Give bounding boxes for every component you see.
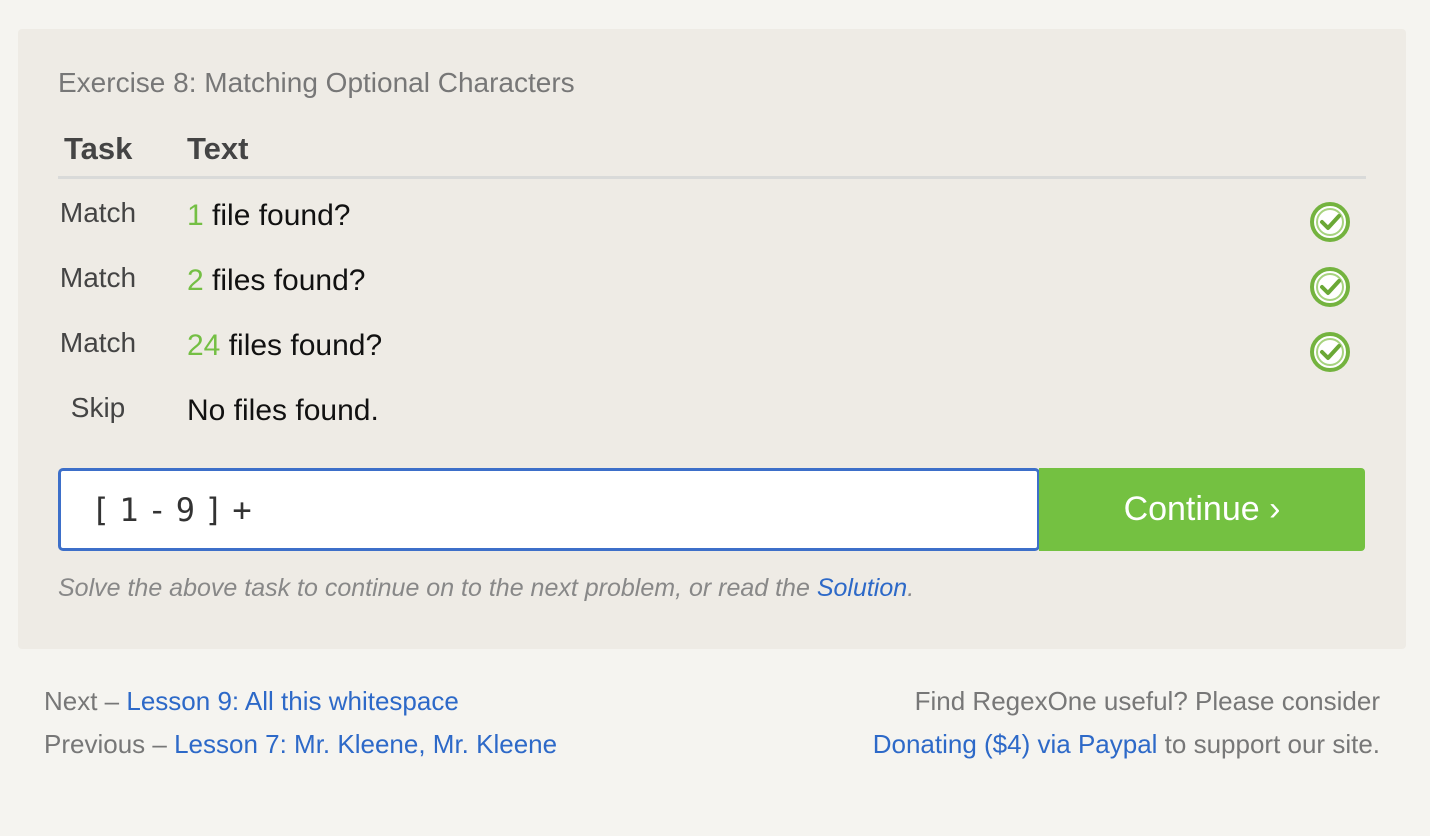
previous-lesson-line: Previous – Lesson 7: Mr. Kleene, Mr. Kle… bbox=[44, 723, 557, 766]
next-prefix: Next – bbox=[44, 686, 127, 716]
task-column-header: Task bbox=[64, 131, 133, 166]
task-label: Match bbox=[59, 197, 137, 228]
task-text-rest: No files found. bbox=[187, 394, 379, 427]
task-text-rest: files found? bbox=[203, 264, 366, 297]
hint-text: Solve the above task to continue on to t… bbox=[58, 574, 914, 603]
continue-button[interactable]: Continue › bbox=[1039, 468, 1365, 551]
match-highlight: 24 bbox=[187, 329, 221, 362]
task-text-rest: file found? bbox=[203, 199, 351, 232]
task-label: Match bbox=[59, 327, 137, 358]
task-text: 1 file found? bbox=[187, 199, 350, 233]
task-row: Skip No files found. bbox=[58, 386, 1366, 446]
donate-link[interactable]: Donating ($4) via Paypal bbox=[873, 729, 1158, 759]
donate-suffix: to support our site. bbox=[1157, 729, 1380, 759]
task-text: 24 files found? bbox=[187, 329, 382, 363]
check-icon bbox=[1310, 332, 1350, 372]
exercise-title: Exercise 8: Matching Optional Characters bbox=[58, 67, 575, 98]
task-label: Skip bbox=[70, 392, 126, 423]
task-text: 2 files found? bbox=[187, 264, 365, 298]
task-row: Match 1 file found? bbox=[58, 191, 1366, 251]
text-column-header: Text bbox=[187, 131, 249, 166]
task-label: Match bbox=[59, 262, 137, 293]
table-header: Task Text bbox=[58, 129, 1366, 179]
match-highlight: 2 bbox=[187, 264, 204, 297]
regex-input[interactable] bbox=[58, 468, 1040, 551]
next-lesson-link[interactable]: Lesson 9: All this whitespace bbox=[126, 686, 458, 716]
check-icon bbox=[1310, 267, 1350, 307]
exercise-panel: Exercise 8: Matching Optional Characters… bbox=[18, 29, 1406, 649]
hint-prefix: Solve the above task to continue on to t… bbox=[58, 574, 817, 602]
previous-prefix: Previous – bbox=[44, 729, 175, 759]
task-row: Match 24 files found? bbox=[58, 321, 1366, 381]
donate-line: Donating ($4) via Paypal to support our … bbox=[873, 723, 1380, 766]
previous-lesson-link[interactable]: Lesson 7: Mr. Kleene, Mr. Kleene bbox=[174, 729, 557, 759]
solution-link[interactable]: Solution bbox=[817, 574, 907, 602]
hint-suffix: . bbox=[907, 574, 915, 602]
task-text-rest: files found? bbox=[220, 329, 383, 362]
task-text: No files found. bbox=[187, 394, 379, 428]
lesson-navigation: Next – Lesson 9: All this whitespace Pre… bbox=[44, 680, 557, 766]
check-icon bbox=[1310, 202, 1350, 242]
donate-section: Find RegexOne useful? Please consider Do… bbox=[873, 680, 1380, 766]
task-row: Match 2 files found? bbox=[58, 256, 1366, 316]
match-highlight: 1 bbox=[187, 199, 204, 232]
next-lesson-line: Next – Lesson 9: All this whitespace bbox=[44, 680, 557, 723]
donate-prompt: Find RegexOne useful? Please consider bbox=[914, 686, 1380, 716]
